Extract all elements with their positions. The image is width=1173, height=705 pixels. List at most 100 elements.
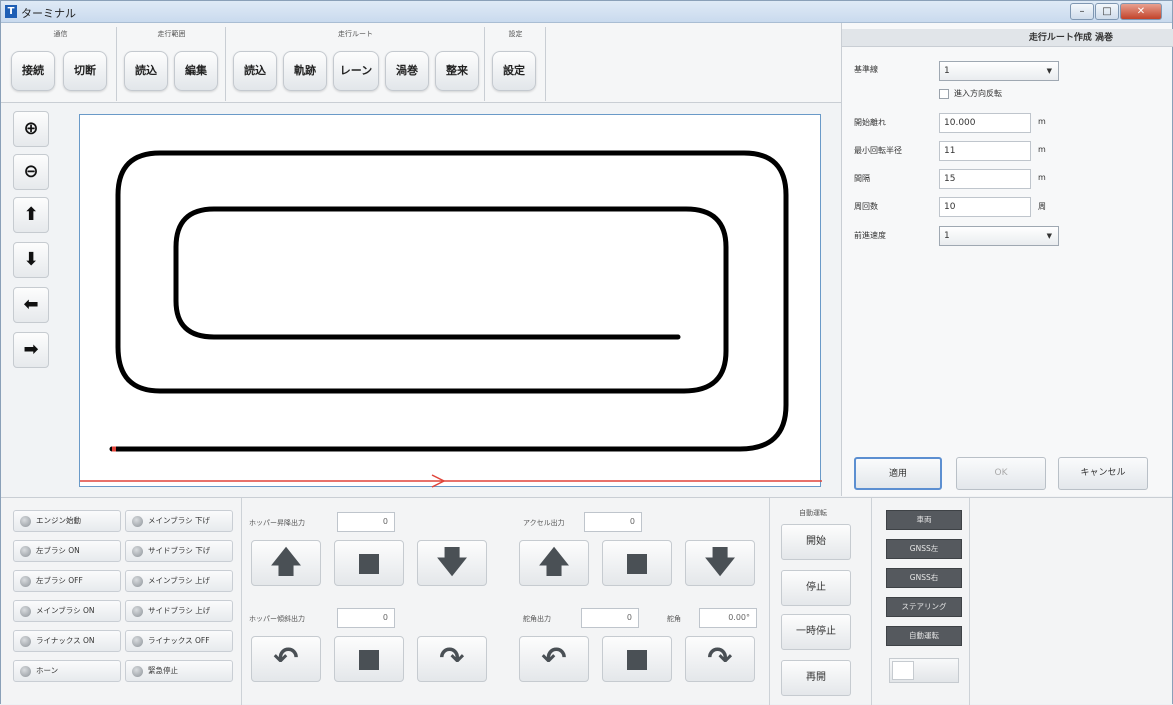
hopper-tilt-input[interactable]: 0 bbox=[337, 608, 395, 628]
connect-button[interactable]: 接続 bbox=[11, 51, 55, 91]
hopper-lift-input[interactable]: 0 bbox=[337, 512, 395, 532]
toolbar-group-label: 走行範囲 bbox=[157, 30, 186, 38]
status-lamp-icon bbox=[132, 576, 143, 587]
min-radius-input[interactable]: 11 bbox=[939, 141, 1031, 161]
speed-label: 前進速度 bbox=[854, 231, 886, 240]
button-label: サイドブラシ 上げ bbox=[148, 606, 211, 615]
panel-title: 走行ルート作成 渦巻 bbox=[842, 29, 1173, 47]
hopper-down-button[interactable]: 🡇 bbox=[417, 540, 487, 586]
button-label: メインブラシ 下げ bbox=[148, 516, 211, 525]
spacing-label: 間隔 bbox=[854, 174, 870, 183]
hopper-tilt-stop-button[interactable] bbox=[334, 636, 404, 682]
left-brush-on-button[interactable]: 左ブラシ ON bbox=[13, 540, 121, 562]
status-lamp-icon bbox=[132, 546, 143, 557]
curved-arrow-right-icon: ↷ bbox=[707, 641, 733, 676]
spiral-route-path bbox=[109, 150, 789, 452]
mode-toggle-slider[interactable] bbox=[889, 658, 959, 683]
accel-stop-button[interactable] bbox=[602, 540, 672, 586]
status-lamp-icon bbox=[132, 516, 143, 527]
hopper-up-button[interactable]: 🡅 bbox=[251, 540, 321, 586]
hopper-tilt-back-button[interactable]: ↶ bbox=[251, 636, 321, 682]
status-lamp-icon bbox=[20, 636, 31, 647]
spacing-input[interactable]: 15 bbox=[939, 169, 1031, 189]
engine-start-button[interactable]: エンジン始動 bbox=[13, 510, 121, 532]
button-label: ホーン bbox=[36, 666, 59, 675]
button-label: メインブラシ ON bbox=[36, 606, 95, 615]
disconnect-button[interactable]: 切断 bbox=[63, 51, 107, 91]
apply-button[interactable]: 適用 bbox=[854, 457, 942, 490]
control-panel: エンジン始動 メインブラシ 下げ 左ブラシ ON サイドブラシ 下げ 左ブラシ … bbox=[1, 497, 1172, 705]
minimize-button[interactable]: – bbox=[1070, 3, 1094, 20]
start-distance-unit: m bbox=[1038, 117, 1046, 126]
auto-pause-button[interactable]: 一時停止 bbox=[781, 614, 851, 650]
arrow-down-icon[interactable]: ⬇ bbox=[13, 242, 49, 278]
close-button[interactable]: ✕ bbox=[1120, 3, 1162, 20]
linax-off-button[interactable]: ライナックス OFF bbox=[125, 630, 233, 652]
cancel-button[interactable]: キャンセル bbox=[1058, 457, 1148, 490]
arrow-up-icon[interactable]: ⬆ bbox=[13, 197, 49, 233]
linax-on-button[interactable]: ライナックス ON bbox=[13, 630, 121, 652]
status-lamp-icon bbox=[20, 666, 31, 677]
settings-button[interactable]: 設定 bbox=[492, 51, 536, 91]
main-brush-on-button[interactable]: メインブラシ ON bbox=[13, 600, 121, 622]
slider-knob[interactable] bbox=[892, 661, 914, 680]
arrow-down-icon: 🡇 bbox=[436, 545, 468, 580]
app-icon: T bbox=[5, 5, 17, 18]
curved-arrow-left-icon: ↶ bbox=[273, 641, 299, 676]
auto-stop-button[interactable]: 停止 bbox=[781, 570, 851, 606]
button-label: ライナックス OFF bbox=[148, 636, 210, 645]
steer-angle-label: 舵角 bbox=[667, 615, 681, 623]
steer-left-button[interactable]: ↶ bbox=[519, 636, 589, 682]
start-distance-label: 開始離れ bbox=[854, 118, 886, 127]
button-label: エンジン始動 bbox=[36, 516, 81, 525]
steer-stop-button[interactable] bbox=[602, 636, 672, 682]
map-nav-sidebar: ⊕ ⊖ ⬆ ⬇ ⬅ ➡ bbox=[7, 105, 55, 495]
arrow-up-icon: 🡅 bbox=[270, 545, 302, 580]
hopper-lift-label: ホッパー昇降出力 bbox=[249, 519, 305, 527]
mode-steering-indicator: ステアリング bbox=[886, 597, 962, 617]
arrow-right-icon[interactable]: ➡ bbox=[13, 332, 49, 368]
maximize-button[interactable]: □ bbox=[1095, 3, 1119, 20]
horn-button[interactable]: ホーン bbox=[13, 660, 121, 682]
auto-start-button[interactable]: 開始 bbox=[781, 524, 851, 560]
base-line-select[interactable]: 1 ▼ bbox=[939, 61, 1059, 81]
route-align-button[interactable]: 整来 bbox=[435, 51, 479, 91]
steer-right-button[interactable]: ↷ bbox=[685, 636, 755, 682]
side-brush-up-button[interactable]: サイドブラシ 上げ bbox=[125, 600, 233, 622]
speed-select[interactable]: 1 ▼ bbox=[939, 226, 1059, 246]
hopper-tilt-forward-button[interactable]: ↷ bbox=[417, 636, 487, 682]
start-distance-input[interactable]: 10.000 bbox=[939, 113, 1031, 133]
auto-resume-button[interactable]: 再開 bbox=[781, 660, 851, 696]
main-brush-down-button[interactable]: メインブラシ 下げ bbox=[125, 510, 233, 532]
side-brush-down-button[interactable]: サイドブラシ 下げ bbox=[125, 540, 233, 562]
status-lamp-icon bbox=[20, 606, 31, 617]
steer-output-input[interactable]: 0 bbox=[581, 608, 639, 628]
section-divider bbox=[969, 498, 970, 705]
emergency-stop-button[interactable]: 緊急停止 bbox=[125, 660, 233, 682]
base-line-value: 1 bbox=[944, 66, 950, 76]
zoom-out-icon[interactable]: ⊖ bbox=[13, 154, 49, 190]
accel-up-button[interactable]: 🡅 bbox=[519, 540, 589, 586]
left-brush-off-button[interactable]: 左ブラシ OFF bbox=[13, 570, 121, 592]
arrow-left-icon[interactable]: ⬅ bbox=[13, 287, 49, 323]
button-label: ライナックス ON bbox=[36, 636, 95, 645]
section-divider bbox=[769, 498, 770, 705]
accel-down-button[interactable]: 🡇 bbox=[685, 540, 755, 586]
status-lamp-icon bbox=[132, 636, 143, 647]
ok-button[interactable]: OK bbox=[956, 457, 1046, 490]
route-map-canvas[interactable] bbox=[79, 114, 822, 488]
hopper-stop-button[interactable] bbox=[334, 540, 404, 586]
accel-input[interactable]: 0 bbox=[584, 512, 642, 532]
route-lane-button[interactable]: レーン bbox=[333, 51, 379, 91]
main-brush-up-button[interactable]: メインブラシ 上げ bbox=[125, 570, 233, 592]
reverse-direction-checkbox[interactable] bbox=[939, 89, 949, 99]
stop-icon bbox=[627, 553, 647, 574]
route-track-button[interactable]: 軌跡 bbox=[283, 51, 327, 91]
area-load-button[interactable]: 読込 bbox=[124, 51, 168, 91]
turns-input[interactable]: 10 bbox=[939, 197, 1031, 217]
zoom-in-icon[interactable]: ⊕ bbox=[13, 111, 49, 147]
spacing-unit: m bbox=[1038, 173, 1046, 182]
route-load-button[interactable]: 読込 bbox=[233, 51, 277, 91]
area-edit-button[interactable]: 編集 bbox=[174, 51, 218, 91]
route-spiral-button[interactable]: 渦巻 bbox=[385, 51, 429, 91]
